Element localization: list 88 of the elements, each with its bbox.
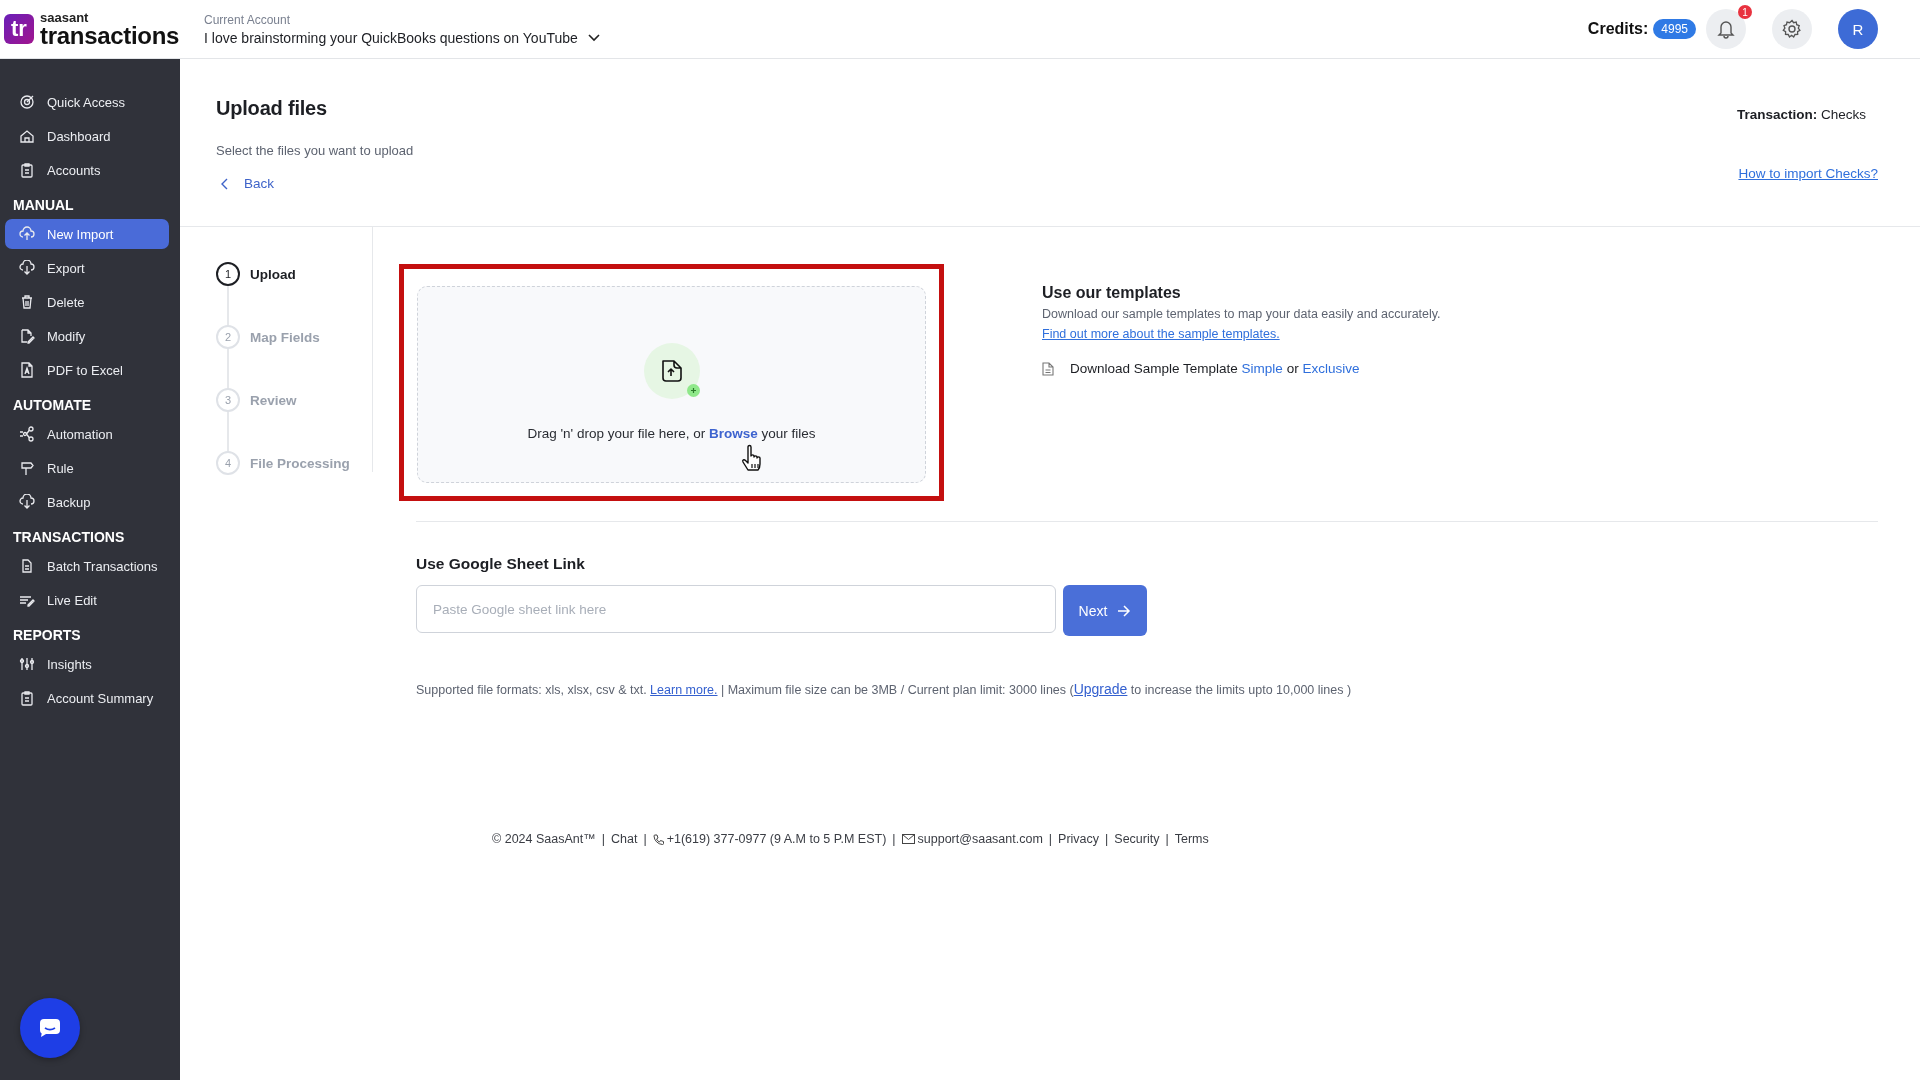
templates-info-link[interactable]: Find out more about the sample templates. (1042, 327, 1280, 341)
footer-separator: | (892, 832, 896, 846)
browse-link[interactable]: Browse (708, 425, 758, 441)
nav-item[interactable]: Dashboard (5, 121, 169, 151)
logo-text: transactions (40, 23, 180, 48)
page-subtitle: Select the files you want to upload (216, 143, 414, 158)
signpost-icon (19, 460, 35, 476)
arrow-right-icon (1117, 604, 1132, 617)
page-title: Upload files (216, 97, 327, 120)
nav-item[interactable]: Account Summary (5, 683, 169, 713)
home-icon (19, 128, 35, 144)
section-heading: MANUAL (13, 197, 74, 213)
chevron-left-icon (220, 177, 228, 190)
target-icon (19, 94, 35, 110)
account-label: Current Account (204, 12, 292, 27)
file-drop-zone[interactable]: Drag 'n' drop your file here, or Browse your files (417, 286, 926, 483)
step-item[interactable]: 1 Upload (216, 263, 296, 285)
pdf-file-icon (19, 362, 35, 378)
simple-template-link[interactable]: Simple (1241, 361, 1283, 376)
logo-mark: tr (4, 14, 34, 44)
drop-instructions: Drag 'n' drop your file here, or Browse your files (527, 425, 816, 441)
nav-item[interactable]: Quick Access (5, 87, 169, 117)
notification-badge: 1 (1738, 5, 1752, 19)
document-icon (19, 558, 35, 574)
templates-heading: Use our templates (1042, 284, 1181, 302)
account-selector[interactable]: I love brainstorming your QuickBooks questions on YouTube (204, 29, 600, 46)
next-button[interactable]: Next (1063, 585, 1147, 636)
phone-link[interactable]: +1(619) 377-0977 (9 A.M to 5 P.M EST) (666, 832, 887, 846)
nav-item[interactable]: Export (5, 253, 169, 283)
trash-icon (19, 294, 35, 310)
cloud-download-icon (19, 260, 35, 276)
clipboard-icon (19, 690, 35, 706)
nav-item[interactable]: Delete (5, 287, 169, 317)
settings-button[interactable] (1772, 9, 1812, 49)
nav-item[interactable]: Insights (5, 649, 169, 679)
email-link[interactable]: support@saasant.com (917, 832, 1043, 846)
cloud-download-icon (19, 494, 35, 510)
clipboard-icon (19, 162, 35, 178)
section-heading: TRANSACTIONS (13, 529, 125, 545)
section-heading: REPORTS (13, 627, 81, 643)
nav-item[interactable]: Live Edit (5, 585, 169, 615)
footer-link[interactable]: Chat (610, 832, 638, 846)
copyright-text: © 2024 SaasAnt™ (492, 832, 596, 846)
share-nodes-icon (19, 426, 35, 442)
sliders-icon (19, 656, 35, 672)
credits-count: 4995 (1653, 19, 1696, 39)
footer-link[interactable]: Security (1114, 832, 1160, 846)
templates-description: Download our sample templates to map your data easily and accurately. (1042, 307, 1441, 321)
chat-bubble-icon (39, 1018, 61, 1038)
settings-icon (1782, 19, 1802, 39)
footer-separator: | (1105, 832, 1109, 846)
plus-badge-icon (686, 384, 700, 397)
cloud-upload-icon (19, 226, 35, 242)
nav-item[interactable]: PDF to Excel (5, 355, 169, 385)
nav-item[interactable]: Accounts (5, 155, 169, 185)
notifications-button[interactable] (1706, 9, 1746, 49)
download-template-text: Download Sample Template Simple or Exclusive (1070, 361, 1360, 376)
phone-icon (652, 833, 664, 845)
credits-label: Credits: (1587, 20, 1649, 38)
document-icon (1042, 361, 1054, 376)
nav-item[interactable]: Backup (5, 487, 169, 517)
exclusive-template-link[interactable]: Exclusive (1302, 361, 1360, 376)
file-limits-text: Supported file formats: xls, xlsx, csv & txt. Learn more. | Maximum file size can be 3MB / Current plan limit: 3000 lines (Upgrade to increase the limits upto 10,000 lines ) (416, 681, 1353, 697)
nav-item[interactable]: Automation (5, 419, 169, 449)
transaction-type: Transaction: Checks (1736, 107, 1866, 122)
user-avatar[interactable]: R (1838, 9, 1878, 49)
google-sheet-heading: Use Google Sheet Link (416, 555, 585, 573)
bell-icon (1717, 19, 1735, 39)
help-link[interactable]: How to import Checks? (1738, 166, 1878, 181)
footer-separator: | (1165, 832, 1169, 846)
nav-item[interactable]: New Import (5, 219, 169, 249)
mail-icon (901, 834, 915, 844)
footer-separator: | (601, 832, 605, 846)
upgrade-link[interactable]: Upgrade (1073, 681, 1128, 697)
nav-item[interactable]: Modify (5, 321, 169, 351)
chevron-down-icon (587, 33, 600, 42)
footer-separator: | (1048, 832, 1053, 846)
logo-subtitle: saasant (40, 10, 90, 24)
nav-item[interactable]: Rule (5, 453, 169, 483)
file-edit-icon (19, 328, 35, 344)
footer-link[interactable]: Privacy (1058, 832, 1100, 846)
back-link[interactable]: Back (216, 176, 274, 191)
footer-separator: | (643, 832, 647, 846)
nav-item[interactable]: Batch Transactions (5, 551, 169, 581)
footer-link[interactable]: Terms (1174, 832, 1209, 846)
sheet-link-field[interactable]: Paste Google sheet link here (416, 585, 1056, 633)
learn-more-link[interactable]: Learn more. (650, 683, 718, 697)
section-heading: AUTOMATE (13, 397, 92, 413)
